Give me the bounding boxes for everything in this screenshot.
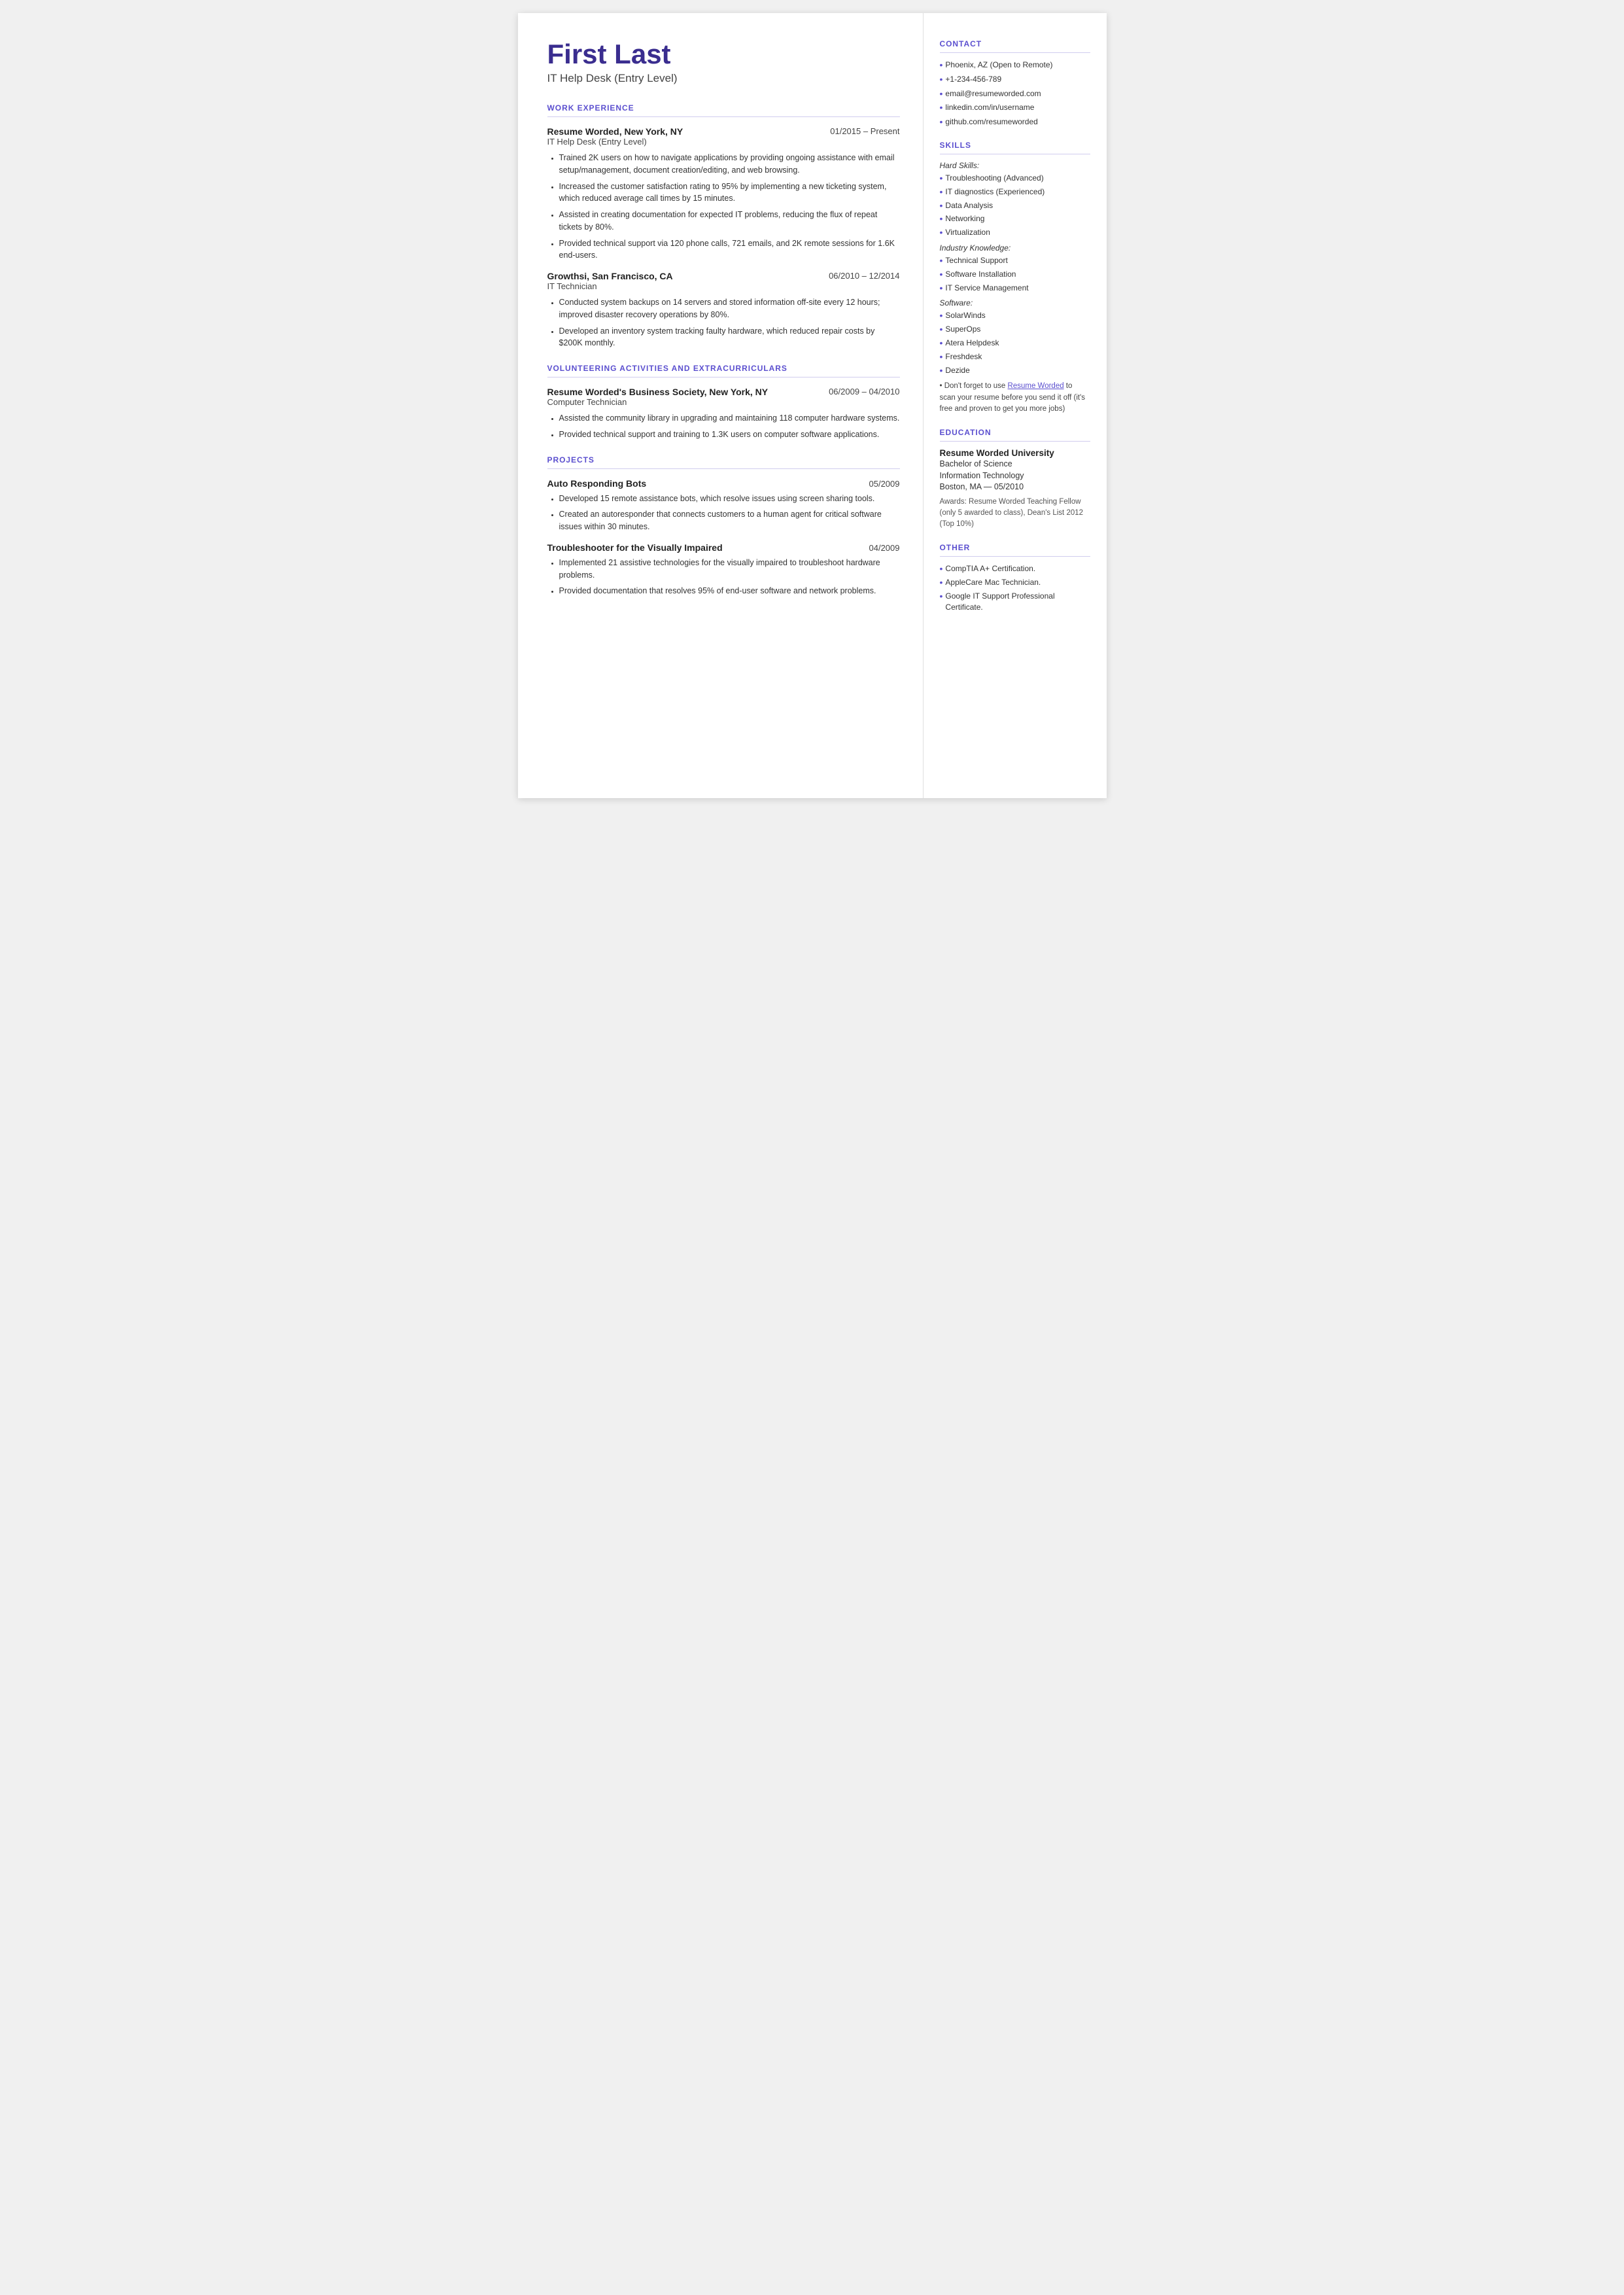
vol-1: Resume Worded's Business Society, New Yo… [547, 387, 900, 441]
software-skill-1: SolarWinds [940, 310, 1090, 321]
education-divider [940, 441, 1090, 442]
contact-divider [940, 52, 1090, 53]
job-2-dates: 06/2010 – 12/2014 [829, 271, 899, 281]
other-item-2: AppleCare Mac Technician. [940, 577, 1090, 588]
right-column: CONTACT Phoenix, AZ (Open to Remote) +1-… [924, 13, 1107, 798]
vol-1-bullets: Assisted the community library in upgrad… [559, 412, 900, 441]
projects-title: PROJECTS [547, 455, 900, 464]
project-2-bullets: Implemented 21 assistive technologies fo… [559, 557, 900, 597]
industry-skill-1: Technical Support [940, 255, 1090, 266]
project-1-bullet-1: Developed 15 remote assistance bots, whi… [559, 493, 900, 505]
job-1-bullet-4: Provided technical support via 120 phone… [559, 237, 900, 262]
project-1-bullets: Developed 15 remote assistance bots, whi… [559, 493, 900, 533]
vol-1-org: Resume Worded's Business Society, New Yo… [547, 387, 769, 397]
resume-worded-link[interactable]: Resume Worded [1008, 382, 1064, 390]
project-2-bullet-1: Implemented 21 assistive technologies fo… [559, 557, 900, 582]
vol-1-title: Computer Technician [547, 397, 769, 407]
industry-skill-3: IT Service Management [940, 283, 1090, 294]
skills-title: SKILLS [940, 141, 1090, 150]
contact-github: github.com/resumeworded [940, 116, 1090, 128]
vol-1-bullet-1: Assisted the community library in upgrad… [559, 412, 900, 425]
resume-page: First Last IT Help Desk (Entry Level) WO… [518, 13, 1107, 798]
job-2-bullets: Conducted system backups on 14 servers a… [559, 296, 900, 349]
other-item-3: Google IT Support Professional Certifica… [940, 591, 1090, 613]
job-2-title: IT Technician [547, 281, 673, 291]
job-2-header: Growthsi, San Francisco, CA IT Technicia… [547, 271, 900, 292]
software-skill-4: Freshdesk [940, 351, 1090, 362]
edu-field: Information Technology [940, 470, 1090, 482]
education-title: EDUCATION [940, 428, 1090, 437]
skills-note: • Don't forget to use Resume Worded to s… [940, 381, 1090, 415]
job-1-title: IT Help Desk (Entry Level) [547, 137, 683, 147]
left-column: First Last IT Help Desk (Entry Level) WO… [518, 13, 924, 798]
skill-3: Data Analysis [940, 200, 1090, 211]
project-1-header: Auto Responding Bots 05/2009 [547, 478, 900, 489]
contact-location: Phoenix, AZ (Open to Remote) [940, 60, 1090, 71]
contact-title: CONTACT [940, 39, 1090, 48]
work-experience-title: WORK EXPERIENCE [547, 103, 900, 113]
job-1-bullets: Trained 2K users on how to navigate appl… [559, 152, 900, 262]
vol-1-header: Resume Worded's Business Society, New Yo… [547, 387, 900, 408]
industry-skill-2: Software Installation [940, 269, 1090, 280]
candidate-name: First Last [547, 39, 900, 69]
project-2: Troubleshooter for the Visually Impaired… [547, 542, 900, 597]
project-2-header: Troubleshooter for the Visually Impaired… [547, 542, 900, 553]
job-1-header: Resume Worded, New York, NY IT Help Desk… [547, 126, 900, 148]
project-2-date: 04/2009 [869, 543, 900, 553]
skill-2: IT diagnostics (Experienced) [940, 186, 1090, 198]
job-2-bullet-1: Conducted system backups on 14 servers a… [559, 296, 900, 321]
project-1-name: Auto Responding Bots [547, 478, 647, 489]
job-2: Growthsi, San Francisco, CA IT Technicia… [547, 271, 900, 349]
project-2-bullet-2: Provided documentation that resolves 95%… [559, 585, 900, 597]
job-1-bullet-2: Increased the customer satisfaction rati… [559, 181, 900, 205]
other-divider [940, 556, 1090, 557]
skill-4: Networking [940, 213, 1090, 224]
contact-email: email@resumeworded.com [940, 88, 1090, 99]
job-1: Resume Worded, New York, NY IT Help Desk… [547, 126, 900, 262]
job-1-org: Resume Worded, New York, NY [547, 126, 683, 137]
project-1-bullet-2: Created an autoresponder that connects c… [559, 508, 900, 533]
skill-1: Troubleshooting (Advanced) [940, 173, 1090, 184]
vol-1-bullet-2: Provided technical support and training … [559, 429, 900, 441]
other-item-1: CompTIA A+ Certification. [940, 563, 1090, 574]
software-skill-3: Atera Helpdesk [940, 338, 1090, 349]
projects-divider [547, 468, 900, 469]
job-2-org: Growthsi, San Francisco, CA [547, 271, 673, 281]
project-1-date: 05/2009 [869, 479, 900, 489]
other-title: OTHER [940, 543, 1090, 552]
contact-phone: +1-234-456-789 [940, 74, 1090, 85]
job-2-bullet-2: Developed an inventory system tracking f… [559, 325, 900, 350]
work-experience-divider [547, 116, 900, 117]
edu-awards: Awards: Resume Worded Teaching Fellow (o… [940, 497, 1090, 531]
job-1-bullet-1: Trained 2K users on how to navigate appl… [559, 152, 900, 177]
software-label: Software: [940, 298, 1090, 307]
vol-1-dates: 06/2009 – 04/2010 [829, 387, 899, 396]
industry-skills-label: Industry Knowledge: [940, 243, 1090, 253]
hard-skills-label: Hard Skills: [940, 161, 1090, 170]
edu-org: Resume Worded University [940, 448, 1090, 458]
skill-5: Virtualization [940, 227, 1090, 238]
project-1: Auto Responding Bots 05/2009 Developed 1… [547, 478, 900, 533]
software-skill-5: Dezide [940, 365, 1090, 376]
edu-location: Boston, MA — 05/2010 [940, 482, 1090, 493]
contact-linkedin: linkedin.com/in/username [940, 102, 1090, 113]
job-1-bullet-3: Assisted in creating documentation for e… [559, 209, 900, 234]
software-skill-2: SuperOps [940, 324, 1090, 335]
volunteering-title: VOLUNTEERING ACTIVITIES AND EXTRACURRICU… [547, 364, 900, 373]
project-2-name: Troubleshooter for the Visually Impaired [547, 542, 723, 553]
candidate-subtitle: IT Help Desk (Entry Level) [547, 72, 900, 85]
edu-degree: Bachelor of Science [940, 459, 1090, 470]
job-1-dates: 01/2015 – Present [830, 126, 899, 136]
